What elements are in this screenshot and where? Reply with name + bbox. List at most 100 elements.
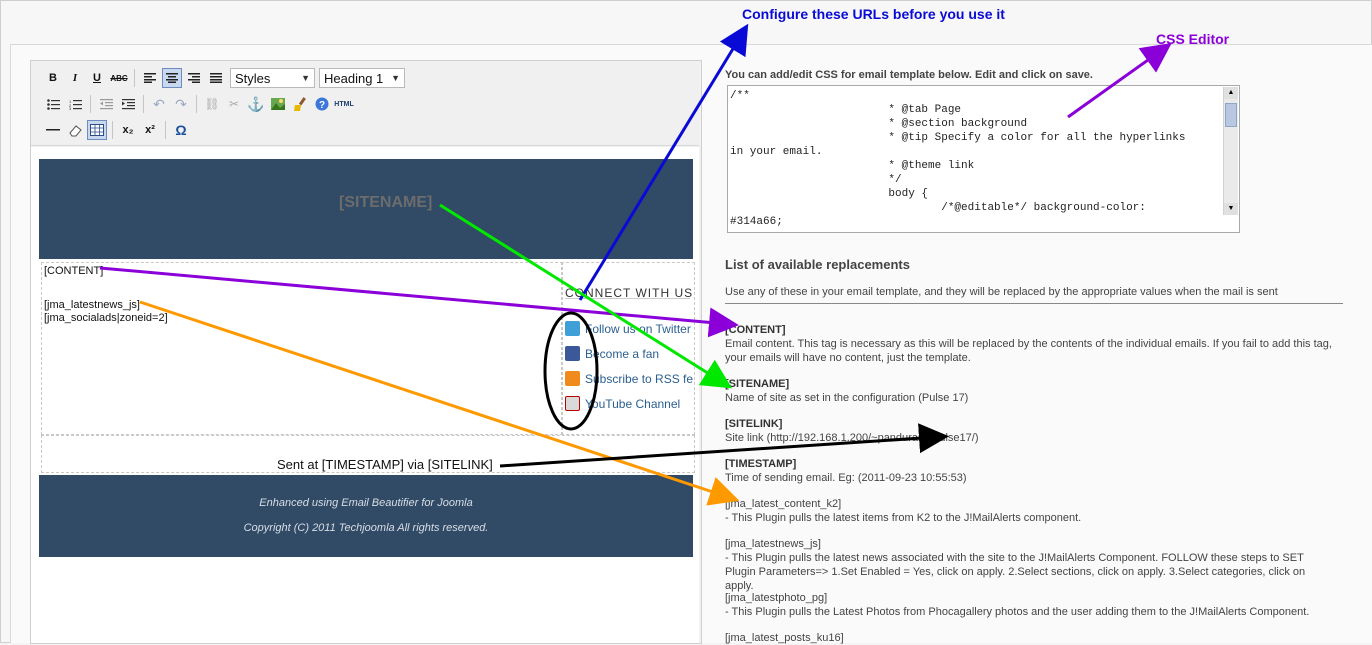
replacements-heading: List of available replacements [725,257,910,272]
toolbar-separator [90,95,91,113]
css-code: /** * @tab Page * @section background * … [730,90,1186,228]
toolbar-separator [112,121,113,139]
format-select-value: Heading 1 [324,70,384,86]
replacement-text: Name of site as set in the configuration… [725,392,969,404]
bullet-list-button[interactable] [43,94,63,114]
justify-button[interactable] [206,68,226,88]
replacement-tag: [SITENAME] [725,378,790,390]
email-preview-canvas[interactable]: [SITENAME] [CONTENT] [jma_latestnews_js]… [31,147,699,643]
redo-button[interactable]: ↷ [171,94,191,114]
html-icon: HTML [334,100,354,108]
styles-select[interactable]: Styles ▼ [230,68,315,88]
social-link-facebook[interactable]: Become a fan [565,346,659,361]
replacement-item: [SITELINK] Site link (http://192.168.1.2… [725,417,1335,445]
social-link-label: Subscribe to RSS fe [585,371,694,386]
social-link-label: Become a fan [585,346,660,361]
subscript-button[interactable]: x₂ [118,120,138,140]
align-right-icon [188,73,200,83]
styles-select-value: Styles [235,70,271,86]
socialads-tag: [jma_socialads|zoneid=2] [44,312,168,324]
social-link-twitter[interactable]: Follow us on Twitter [565,321,691,336]
replacement-item: [SITENAME] Name of site as set in the co… [725,377,1335,405]
replacement-tag: [TIMESTAMP] [725,458,797,470]
superscript-icon: x² [145,124,155,136]
css-editor-annotation: CSS Editor [1156,31,1230,47]
toolbar-row-3: x₂ x² Ω [43,118,191,142]
undo-icon: ↶ [153,95,165,112]
replacement-text: Email content. This tag is necessary as … [725,338,1332,364]
anchor-button[interactable]: ⚓ [246,94,266,114]
align-left-icon [144,73,156,83]
underline-button[interactable]: U [87,68,107,88]
numbered-list-button[interactable]: 123 [65,94,85,114]
help-icon: ? [315,97,329,111]
replacement-tag: [jma_latest_content_k2] [725,498,842,510]
horizontal-rule-button[interactable] [43,120,63,140]
unlink-button[interactable]: ✂ [224,94,244,114]
table-icon [90,124,104,136]
cleanup-icon [294,97,306,111]
social-link-label: YouTube Channel [585,396,681,411]
social-link-label: Follow us on Twitter [585,321,691,336]
replacement-text: - This Plugin pulls the Latest Photos fr… [725,606,1310,618]
undo-button[interactable]: ↶ [149,94,169,114]
replacement-item: [jma_latestnews_js] - This Plugin pulls … [725,537,1335,593]
unlink-icon: ✂ [228,97,240,111]
replacement-tag: [jma_latestphoto_pg] [725,592,828,604]
content-tag: [CONTENT] [44,265,104,277]
horizontal-rule-icon [46,129,60,131]
replacement-tag: [CONTENT] [725,324,786,336]
footer-line-1: Enhanced using Email Beautifier for Joom… [259,497,473,509]
svg-text:3: 3 [69,106,72,110]
format-select[interactable]: Heading 1 ▼ [319,68,405,88]
twitter-icon [565,321,580,336]
replacement-tag: [SITELINK] [725,418,783,430]
link-button[interactable]: ⛓ [202,94,222,114]
strikethrough-button[interactable]: ABC [109,68,129,88]
align-left-button[interactable] [140,68,160,88]
bold-button[interactable]: B [43,68,63,88]
toolbar-separator [143,95,144,113]
replacement-text: - This Plugin pulls the latest news asso… [725,552,1306,592]
css-editor-textarea[interactable]: /** * @tab Page * @section background * … [727,85,1240,233]
redo-icon: ↷ [175,95,187,112]
remove-format-button[interactable] [65,120,85,140]
replacement-tag: [jma_latest_posts_ku16] [725,632,844,644]
indent-button[interactable] [118,94,138,114]
replacement-item: [jma_latest_posts_ku16] [725,631,1335,645]
justify-icon [210,73,222,83]
header-banner: [SITENAME] [39,159,693,259]
css-intro-text: You can add/edit CSS for email template … [725,69,1093,81]
replacement-text: Time of sending email. Eg: (2011-09-23 1… [725,472,967,484]
superscript-button[interactable]: x² [140,120,160,140]
replacement-tag: [jma_latestnews_js] [725,538,821,550]
scroll-thumb[interactable] [1225,103,1237,127]
scroll-down-icon[interactable]: ▼ [1224,203,1238,215]
toolbar-separator [165,121,166,139]
omega-icon: Ω [175,122,187,138]
css-editor-scrollbar[interactable]: ▲ ▼ [1223,87,1238,215]
cleanup-button[interactable] [290,94,310,114]
content-cell[interactable] [41,262,563,435]
help-button[interactable]: ? [312,94,332,114]
latestnews-tag: [jma_latestnews_js] [44,299,140,311]
align-center-icon [166,73,178,83]
outdent-button[interactable] [96,94,116,114]
table-button[interactable] [87,120,107,140]
scroll-up-icon[interactable]: ▲ [1224,87,1238,99]
toolbar-separator [196,95,197,113]
replacement-item: [TIMESTAMP] Time of sending email. Eg: (… [725,457,1335,485]
editor-toolbar: B I U ABC Styles ▼ Heading 1 ▼ 1 2 3 ↶ ↷… [31,61,699,146]
replacement-text: Site link (http://192.168.1.200/~pandura… [725,432,979,444]
html-source-button[interactable]: HTML [334,94,354,114]
eraser-icon [69,125,82,137]
special-char-button[interactable]: Ω [171,120,191,140]
align-right-button[interactable] [184,68,204,88]
connect-divider [565,298,690,299]
toolbar-row-2: 123 ↶ ↷ ⛓ ✂ ⚓ ? HTML [43,92,354,116]
social-link-rss[interactable]: Subscribe to RSS fe [565,371,693,386]
align-center-button[interactable] [162,68,182,88]
italic-button[interactable]: I [65,68,85,88]
image-button[interactable] [268,94,288,114]
social-link-youtube[interactable]: YouTube Channel [565,396,680,411]
